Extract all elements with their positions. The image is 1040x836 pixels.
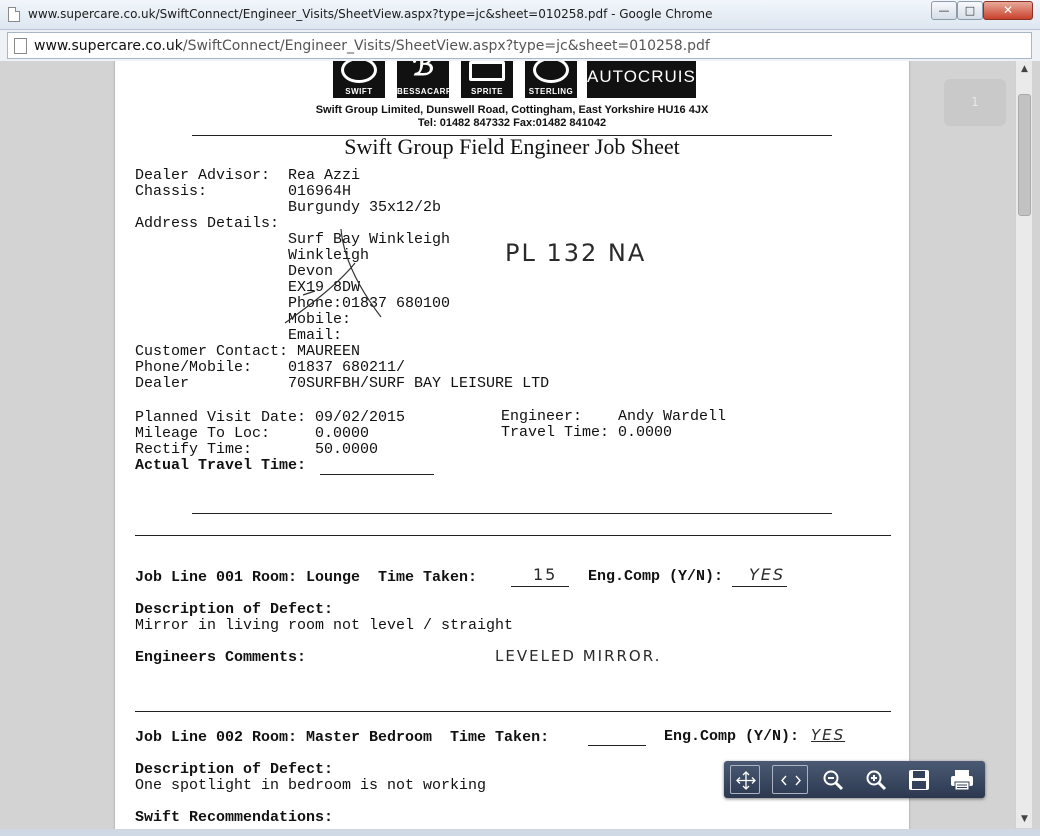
bessacarr-mark: ℬ xyxy=(411,61,434,82)
scroll-thumb[interactable] xyxy=(1018,94,1031,216)
section-rule xyxy=(192,513,832,514)
close-icon: ✕ xyxy=(1002,3,1014,17)
sprite-logo: SPRITE xyxy=(461,61,513,98)
sprite-mark xyxy=(469,61,505,81)
company-phone: Tel: 01482 847332 Fax:01482 841042 xyxy=(417,117,607,129)
minimize-icon: — xyxy=(938,4,950,17)
zoom-out-button[interactable] xyxy=(818,765,848,794)
url-host: www.supercare.co.uk xyxy=(34,38,183,54)
vertical-scrollbar[interactable]: ▲ ▼ xyxy=(1015,61,1032,828)
print-button[interactable] xyxy=(946,765,976,794)
title-bar: www.supercare.co.uk/SwiftConnect/Enginee… xyxy=(0,0,1040,30)
logo-label: BESSACARR xyxy=(397,87,453,96)
logo-label: SPRITE xyxy=(471,87,503,96)
scroll-up-icon[interactable]: ▲ xyxy=(1016,61,1033,78)
handwritten-postcode: PL 132 NA xyxy=(505,239,647,267)
job1-comp-blank xyxy=(732,586,787,587)
bessacarr-logo: ℬ BESSACARR xyxy=(397,61,453,98)
minimize-button[interactable]: — xyxy=(931,1,957,20)
actual-travel-label: Actual Travel Time: xyxy=(135,457,307,474)
logo-label: STERLING xyxy=(528,87,574,96)
job-rule xyxy=(135,535,891,536)
job2-header: Job Line 002 Room: Master Bedroom Time T… xyxy=(135,729,550,746)
job1-time-taken: 15 xyxy=(533,565,558,584)
print-icon xyxy=(951,770,973,791)
job2-recs-label: Swift Recommendations: xyxy=(135,809,334,826)
url-field[interactable]: www.supercare.co.uk/SwiftConnect/Enginee… xyxy=(7,32,1032,59)
url-path: /SwiftConnect/Engineer_Visits/SheetView.… xyxy=(182,38,710,54)
job-rule xyxy=(135,711,891,712)
sheet-title: Swift Group Field Engineer Job Sheet xyxy=(344,134,680,159)
page-indicator: 1 xyxy=(944,79,1006,126)
job1-engineer-comments: LEVELED MIRROR. xyxy=(495,647,662,665)
save-button[interactable] xyxy=(904,765,934,794)
job1-time-blank xyxy=(511,586,569,587)
window-frame-bottom xyxy=(0,829,1040,836)
engineer-details: Engineer: Andy Wardell Travel Time: 0.00… xyxy=(501,408,727,441)
job2-defect: One spotlight in bedroom is not working xyxy=(135,777,487,794)
swift-logo: SWIFT xyxy=(333,61,385,98)
page-icon xyxy=(14,38,27,54)
address-bar: www.supercare.co.uk/SwiftConnect/Enginee… xyxy=(0,30,1040,61)
job1-comp-label: Eng.Comp (Y/N): xyxy=(588,568,724,585)
job2-eng-comp: YES xyxy=(811,726,846,744)
url-text[interactable]: www.supercare.co.uk/SwiftConnect/Enginee… xyxy=(34,38,710,54)
pdf-toolbar xyxy=(724,761,985,798)
autocruise-logo: AUTOCRUISE xyxy=(587,61,709,98)
job1-eng-comp: YES xyxy=(749,565,786,584)
sterling-mark xyxy=(533,61,569,83)
visit-details: Planned Visit Date: 09/02/2015 Mileage T… xyxy=(135,409,406,458)
actual-travel-blank xyxy=(320,474,434,475)
window-title: www.supercare.co.uk/SwiftConnect/Enginee… xyxy=(28,7,713,21)
save-icon xyxy=(909,770,929,790)
swift-mark xyxy=(341,61,377,83)
job1-header: Job Line 001 Room: Lounge Time Taken: xyxy=(135,569,478,586)
job1-defect-label: Description of Defect: xyxy=(135,601,334,618)
job1-comments-label: Engineers Comments: xyxy=(135,649,307,666)
fit-width-icon xyxy=(781,775,801,786)
company-address: Swift Group Limited, Dunswell Road, Cott… xyxy=(315,104,709,116)
pdf-viewer: SWIFT ℬ BESSACARR SPRITE STERLING AUTOCRU… xyxy=(0,61,1040,836)
maximize-button[interactable]: □ xyxy=(957,1,983,20)
fit-page-button[interactable] xyxy=(730,765,760,794)
scroll-down-icon[interactable]: ▼ xyxy=(1016,811,1033,828)
logo-label: SWIFT xyxy=(345,87,373,96)
maximize-icon: □ xyxy=(964,4,976,17)
zoom-in-button[interactable] xyxy=(861,765,891,794)
zoom-out-icon xyxy=(823,770,844,791)
fit-width-button[interactable] xyxy=(772,765,808,794)
job1-defect: Mirror in living room not level / straig… xyxy=(135,617,514,634)
logo-label: AUTOCRUISE xyxy=(587,67,709,86)
job2-defect-label: Description of Defect: xyxy=(135,761,334,778)
job2-comp-label: Eng.Comp (Y/N): xyxy=(664,728,800,745)
sterling-logo: STERLING xyxy=(525,61,577,98)
close-button[interactable]: ✕ xyxy=(983,1,1033,20)
address-strikethrough xyxy=(284,228,382,324)
zoom-in-icon xyxy=(866,770,887,791)
fit-page-icon xyxy=(736,771,756,790)
pdf-page: SWIFT ℬ BESSACARR SPRITE STERLING AUTOCRU… xyxy=(115,61,909,836)
page-icon xyxy=(8,7,20,22)
job2-time-blank xyxy=(588,745,646,746)
